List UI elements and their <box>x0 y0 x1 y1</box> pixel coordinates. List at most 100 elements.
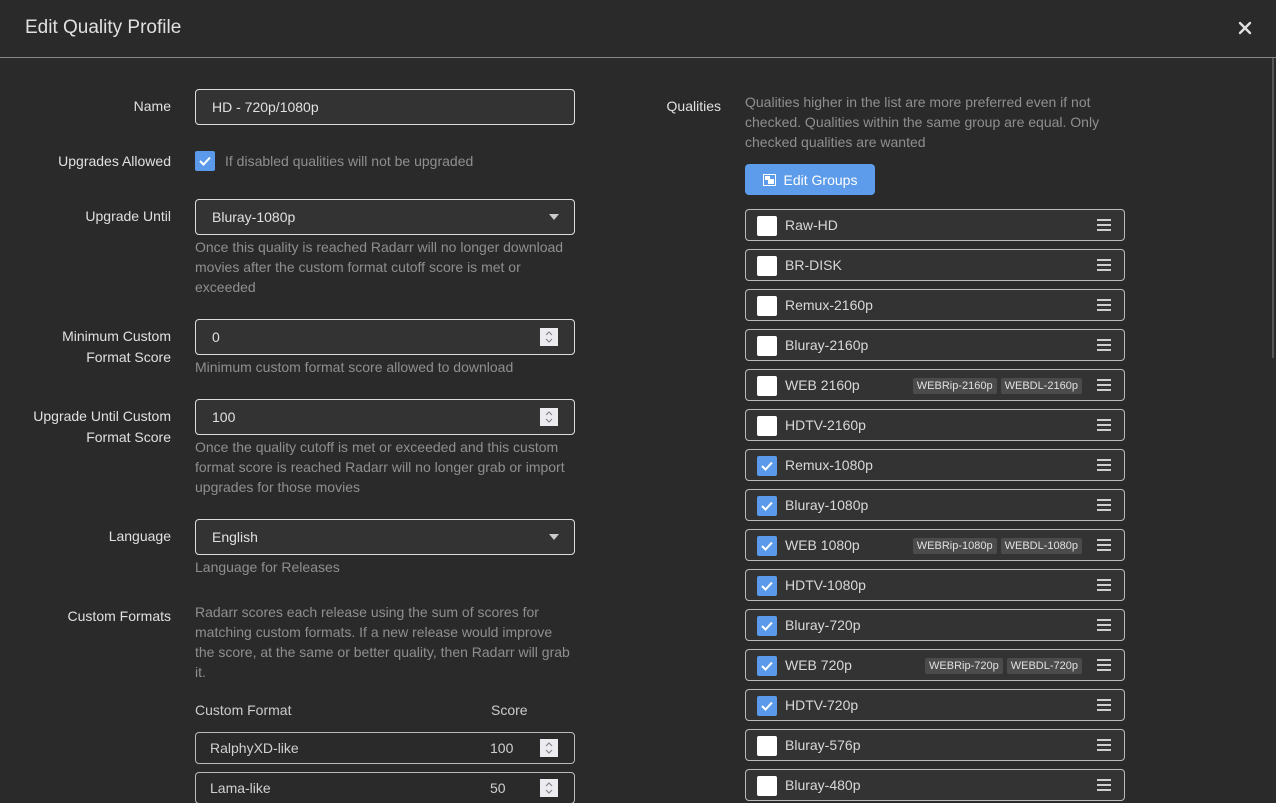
min-cf-score-help: Minimum custom format score allowed to d… <box>195 359 514 375</box>
drag-handle-icon[interactable] <box>1097 459 1111 471</box>
drag-handle-icon[interactable] <box>1097 339 1111 351</box>
drag-handle-icon[interactable] <box>1097 579 1111 591</box>
number-spinner[interactable] <box>540 328 558 346</box>
quality-name: WEB 1080p <box>785 537 860 553</box>
checkmark-icon <box>761 501 773 511</box>
quality-item[interactable]: Bluray-2160p <box>745 329 1125 361</box>
language-select[interactable]: English <box>195 519 575 555</box>
quality-checkbox[interactable] <box>757 296 777 316</box>
number-spinner[interactable] <box>540 408 558 426</box>
quality-checkbox[interactable] <box>757 696 777 716</box>
drag-handle-icon[interactable] <box>1097 739 1111 751</box>
quality-checkbox[interactable] <box>757 776 777 796</box>
drag-handle-icon[interactable] <box>1097 779 1111 791</box>
drag-handle-icon[interactable] <box>1097 419 1111 431</box>
quality-item[interactable]: Remux-1080p <box>745 449 1125 481</box>
cf-row: RalphyXD-like 100 <box>195 732 575 764</box>
drag-handle-icon[interactable] <box>1097 379 1111 391</box>
spinner-arrows-icon <box>545 331 553 343</box>
quality-checkbox[interactable] <box>757 536 777 556</box>
upgrades-allowed-help: If disabled qualities will not be upgrad… <box>225 153 474 169</box>
checkmark-icon <box>199 156 211 166</box>
upgrade-until-label: Upgrade Until <box>85 208 171 224</box>
quality-item[interactable]: HDTV-720p <box>745 689 1125 721</box>
close-icon <box>1238 21 1252 35</box>
upgrade-until-cf-score-label-line1: Upgrade Until Custom <box>33 408 171 424</box>
quality-name: HDTV-1080p <box>785 577 866 593</box>
quality-checkbox[interactable] <box>757 616 777 636</box>
cf-row: Lama-like 50 <box>195 772 575 803</box>
drag-handle-icon[interactable] <box>1097 619 1111 631</box>
upgrade-until-cf-score-input[interactable]: 100 <box>195 399 575 435</box>
quality-checkbox[interactable] <box>757 656 777 676</box>
scrollbar[interactable] <box>1272 58 1274 358</box>
quality-tag: WEBDL-720p <box>1006 658 1082 674</box>
edit-groups-button[interactable]: Edit Groups <box>745 164 875 195</box>
cf-score-input[interactable]: 100 <box>490 740 513 756</box>
checkmark-icon <box>761 581 773 591</box>
quality-checkbox[interactable] <box>757 736 777 756</box>
language-value: English <box>212 529 258 545</box>
cf-name: RalphyXD-like <box>210 740 299 756</box>
checkmark-icon <box>761 541 773 551</box>
quality-checkbox[interactable] <box>757 496 777 516</box>
quality-checkbox[interactable] <box>757 456 777 476</box>
spinner-arrows-icon <box>545 782 553 794</box>
upgrades-allowed-checkbox[interactable] <box>195 151 215 171</box>
quality-tag: WEBRip-1080p <box>912 538 997 554</box>
language-help: Language for Releases <box>195 559 340 575</box>
upgrades-allowed-label: Upgrades Allowed <box>58 153 171 169</box>
quality-item[interactable]: WEB 1080p WEBRip-1080p WEBDL-1080p <box>745 529 1125 561</box>
upgrade-until-select[interactable]: Bluray-1080p <box>195 199 575 235</box>
name-input[interactable]: HD - 720p/1080p <box>195 89 575 125</box>
number-spinner[interactable] <box>540 779 558 797</box>
upgrade-until-cf-score-value: 100 <box>212 409 236 425</box>
drag-handle-icon[interactable] <box>1097 499 1111 511</box>
quality-item[interactable]: HDTV-2160p <box>745 409 1125 441</box>
close-button[interactable] <box>1233 16 1257 40</box>
drag-handle-icon[interactable] <box>1097 299 1111 311</box>
min-cf-score-input[interactable]: 0 <box>195 319 575 355</box>
quality-name: Remux-2160p <box>785 297 873 313</box>
quality-item[interactable]: Bluray-720p <box>745 609 1125 641</box>
quality-name: WEB 720p <box>785 657 852 673</box>
quality-item[interactable]: Remux-2160p <box>745 289 1125 321</box>
cf-score-input[interactable]: 50 <box>490 780 506 796</box>
drag-handle-icon[interactable] <box>1097 259 1111 271</box>
caret-down-icon <box>549 214 559 220</box>
quality-checkbox[interactable] <box>757 256 777 276</box>
modal-body: Name HD - 720p/1080p Upgrades Allowed If… <box>0 59 1272 803</box>
modal-header: Edit Quality Profile <box>0 0 1276 58</box>
quality-item[interactable]: Bluray-1080p <box>745 489 1125 521</box>
drag-handle-icon[interactable] <box>1097 699 1111 711</box>
quality-name: Bluray-720p <box>785 617 861 633</box>
quality-checkbox[interactable] <box>757 336 777 356</box>
quality-checkbox[interactable] <box>757 576 777 596</box>
upgrade-until-cf-score-help: Once the quality cutoff is met or exceed… <box>195 439 565 495</box>
quality-checkbox[interactable] <box>757 216 777 236</box>
name-label: Name <box>133 98 171 114</box>
quality-item[interactable]: Raw-HD <box>745 209 1125 241</box>
quality-item[interactable]: WEB 720p WEBRip-720p WEBDL-720p <box>745 649 1125 681</box>
edit-groups-icon <box>762 173 776 186</box>
quality-name: WEB 2160p <box>785 377 860 393</box>
quality-item[interactable]: HDTV-1080p <box>745 569 1125 601</box>
quality-item[interactable]: Bluray-480p <box>745 769 1125 801</box>
quality-tag: WEBRip-2160p <box>912 378 997 394</box>
quality-item[interactable]: WEB 2160p WEBRip-2160p WEBDL-2160p <box>745 369 1125 401</box>
quality-checkbox[interactable] <box>757 376 777 396</box>
quality-tag: WEBRip-720p <box>925 658 1003 674</box>
quality-checkbox[interactable] <box>757 416 777 436</box>
upgrade-until-cf-score-label: Upgrade Until Custom Format Score <box>33 406 171 448</box>
checkmark-icon <box>761 461 773 471</box>
quality-item[interactable]: BR-DISK <box>745 249 1125 281</box>
drag-handle-icon[interactable] <box>1097 659 1111 671</box>
quality-group-tags: WEBRip-1080p WEBDL-1080p <box>912 538 1082 554</box>
quality-item[interactable]: Bluray-576p <box>745 729 1125 761</box>
drag-handle-icon[interactable] <box>1097 219 1111 231</box>
custom-formats-label: Custom Formats <box>67 608 171 624</box>
drag-handle-icon[interactable] <box>1097 539 1111 551</box>
name-input-value: HD - 720p/1080p <box>212 99 319 115</box>
quality-name: Remux-1080p <box>785 457 873 473</box>
number-spinner[interactable] <box>540 739 558 757</box>
